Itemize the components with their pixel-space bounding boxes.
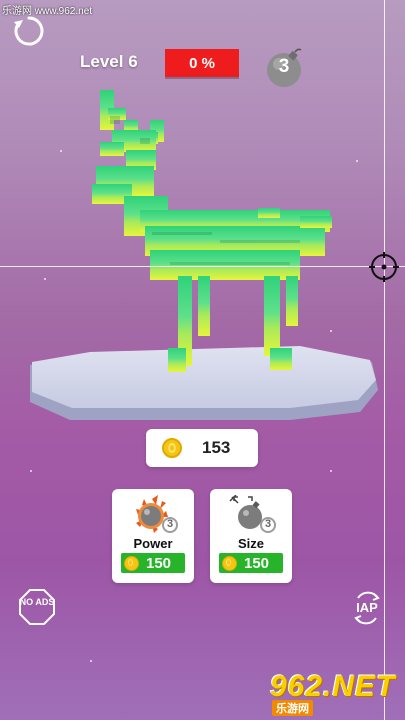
game-stage[interactable]: 乐游网 www.962.net Level 6 0 % 3 153 3 Powe…	[0, 0, 405, 720]
star	[330, 470, 332, 472]
price-value: 150	[244, 554, 270, 572]
coin-amount: 153	[202, 438, 231, 457]
progress-text: 0 %	[189, 54, 215, 72]
bombs-left-count: 3	[278, 56, 290, 77]
upgrade-size-button[interactable]: 3 Size 150	[210, 489, 292, 583]
coin-icon	[222, 555, 237, 571]
star	[90, 660, 92, 662]
coin-icon	[124, 555, 139, 571]
iap-label: IAP	[356, 600, 378, 615]
brand-main-text: 962.NET	[270, 670, 396, 703]
upgrade-power-button[interactable]: 3 Power 150	[112, 489, 194, 583]
upgrade-power-price[interactable]: 150	[121, 553, 185, 573]
octagon-icon	[19, 589, 55, 625]
upgrade-power-title: Power	[133, 536, 173, 551]
no-ads-button[interactable]: NO ADS	[18, 588, 56, 626]
voxel-deer	[92, 90, 332, 372]
aim-line-horizontal	[0, 266, 405, 267]
game-scene[interactable]	[0, 80, 405, 440]
coin-icon	[162, 438, 182, 458]
aim-line-vertical	[384, 0, 385, 720]
power-level: 3	[166, 518, 174, 530]
no-ads-label: NO ADS	[19, 597, 55, 607]
fire-ball-icon: 3	[130, 495, 180, 535]
size-level: 3	[264, 518, 272, 530]
brand-sub-text: 乐游网	[272, 700, 313, 716]
upgrade-size-price[interactable]: 150	[219, 553, 283, 573]
price-value: 150	[146, 554, 172, 572]
level-label: Level 6	[80, 52, 138, 71]
progress-badge: 0 %	[165, 49, 239, 77]
coin-balance: 153	[146, 429, 258, 467]
upgrade-size-title: Size	[237, 536, 264, 551]
platform	[30, 346, 378, 420]
crosshair-icon[interactable]	[369, 252, 399, 282]
restart-icon[interactable]	[12, 14, 46, 48]
star	[30, 470, 32, 472]
brand-watermark: 962.NET 乐游网	[268, 670, 396, 716]
bomb-size-icon: 3	[228, 494, 278, 535]
iap-button[interactable]: IAP	[350, 588, 384, 628]
